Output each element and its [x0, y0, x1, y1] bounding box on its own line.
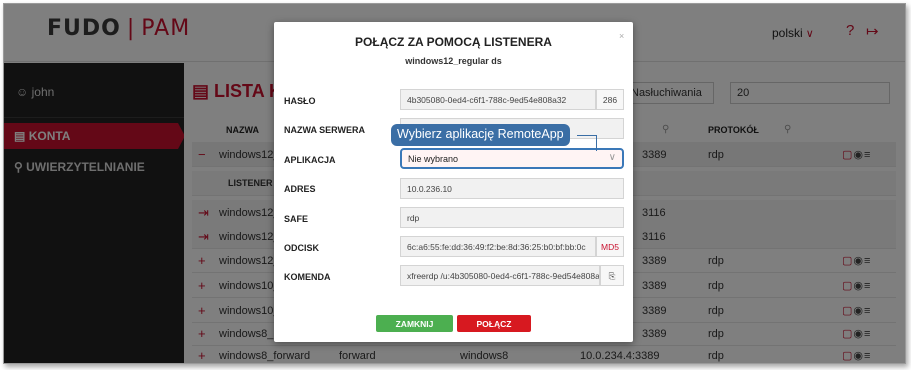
connect-listener-dialog: POŁĄCZ ZA POMOCĄ LISTENERA windows12_reg…: [274, 22, 633, 342]
command-field[interactable]: xfreerdp /u:4b305080-0ed4-c6f1-788c-9ed5…: [400, 265, 600, 286]
application-label: APLIKACJA: [284, 155, 336, 165]
tooltip-connector: [596, 135, 597, 151]
dialog-subtitle: windows12_regular ds: [405, 56, 502, 66]
password-label: HASŁO: [284, 96, 316, 106]
command-label: KOMENDA: [284, 272, 331, 282]
tooltip-connector: [577, 135, 597, 136]
server-name-label: NAZWA SERWERA: [284, 125, 365, 135]
address-field[interactable]: 10.0.236.10: [400, 178, 624, 199]
chevron-down-icon: ∨: [608, 152, 616, 163]
fingerprint-type: MD5: [596, 236, 624, 257]
safe-field[interactable]: rdp: [400, 207, 624, 228]
close-button[interactable]: ZAMKNIJ: [376, 315, 453, 332]
close-icon[interactable]: ×: [619, 31, 624, 41]
connect-button[interactable]: POŁĄCZ: [457, 315, 531, 332]
application-tooltip: Wybierz aplikację RemoteApp: [391, 124, 570, 146]
app-window: FUDO|PAM polski∨ ? ↦ ☺ john ▤ KONTA ⚲ UW…: [3, 3, 906, 364]
application-select[interactable]: Nie wybrano ∨: [400, 148, 624, 169]
fingerprint-field[interactable]: 6c:a6:55:fe:dd:36:49:f2:be:8d:36:25:b0:b…: [400, 236, 596, 257]
dialog-title: POŁĄCZ ZA POMOCĄ LISTENERA: [355, 35, 552, 49]
copy-icon[interactable]: ⎘: [600, 265, 624, 286]
fingerprint-label: ODCISK: [284, 243, 320, 253]
password-timer: 286: [596, 89, 624, 110]
address-label: ADRES: [284, 184, 316, 194]
safe-label: SAFE: [284, 214, 309, 224]
password-field[interactable]: 4b305080-0ed4-c6f1-788c-9ed54e808a32: [400, 89, 596, 110]
